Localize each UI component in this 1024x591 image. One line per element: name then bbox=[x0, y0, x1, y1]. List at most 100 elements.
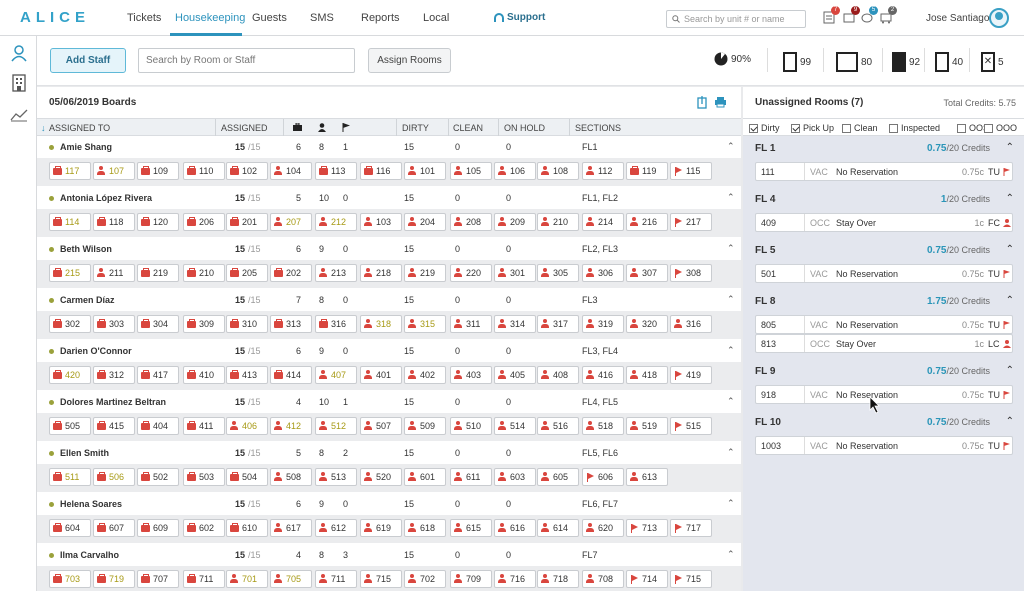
room-chip[interactable]: 104 bbox=[270, 162, 312, 180]
staff-name[interactable]: Beth Wilson bbox=[49, 244, 112, 254]
room-chip[interactable]: 205 bbox=[226, 264, 268, 282]
room-chip[interactable]: 204 bbox=[404, 213, 446, 231]
room-chip[interactable]: 218 bbox=[360, 264, 402, 282]
staff-row[interactable]: Ellen Smith 15/15 5 8 2 15 0 0 FL5, FL6 ⌃ bbox=[37, 442, 741, 464]
room-chip[interactable]: 316 bbox=[315, 315, 357, 333]
col-clean[interactable]: CLEAN bbox=[453, 123, 483, 133]
collapse-chevron-icon[interactable]: ⌃ bbox=[727, 141, 735, 152]
staff-row[interactable]: Antonia López Rivera 15/15 5 10 0 15 0 0 FL1, FL… bbox=[37, 187, 741, 209]
room-chip[interactable]: 604 bbox=[49, 519, 91, 537]
room-chip[interactable]: 119 bbox=[626, 162, 668, 180]
collapse-chevron-icon[interactable]: ⌃ bbox=[1006, 416, 1014, 427]
add-staff-button[interactable]: Add Staff bbox=[50, 48, 126, 73]
room-chip[interactable]: 306 bbox=[582, 264, 624, 282]
chat-icon[interactable]: 5 bbox=[861, 6, 878, 24]
unassigned-room-row[interactable]: 813 OCC Stay Over 1c LC bbox=[755, 334, 1013, 353]
room-chip[interactable]: 413 bbox=[226, 366, 268, 384]
filter-inspected[interactable]: Inspected bbox=[889, 123, 940, 133]
room-chip[interactable]: 605 bbox=[537, 468, 579, 486]
room-chip[interactable]: 309 bbox=[183, 315, 225, 333]
room-chip[interactable]: 702 bbox=[404, 570, 446, 588]
room-chip[interactable]: 509 bbox=[404, 417, 446, 435]
export-icon[interactable] bbox=[697, 95, 707, 109]
collapse-chevron-icon[interactable]: ⌃ bbox=[1006, 142, 1014, 153]
room-chip[interactable]: 516 bbox=[537, 417, 579, 435]
user-name[interactable]: Jose Santiago bbox=[926, 13, 989, 24]
staff-name[interactable]: Ellen Smith bbox=[49, 448, 109, 458]
collapse-chevron-icon[interactable]: ⌃ bbox=[1006, 295, 1014, 306]
staff-row[interactable]: Darien O'Connor 15/15 6 9 0 15 0 0 FL3, FL4 ⌃ bbox=[37, 340, 741, 362]
room-chip[interactable]: 520 bbox=[360, 468, 402, 486]
collapse-chevron-icon[interactable]: ⌃ bbox=[727, 396, 735, 407]
room-chip[interactable]: 115 bbox=[670, 162, 712, 180]
collapse-chevron-icon[interactable]: ⌃ bbox=[1006, 193, 1014, 204]
room-chip[interactable]: 209 bbox=[494, 213, 536, 231]
staff-row[interactable]: Ilma Carvalho 15/15 4 8 3 15 0 0 FL7 ⌃ bbox=[37, 544, 741, 566]
col-dirty[interactable]: DIRTY bbox=[402, 123, 429, 133]
room-chip[interactable]: 511 bbox=[49, 468, 91, 486]
room-chip[interactable]: 116 bbox=[360, 162, 402, 180]
room-chip[interactable]: 618 bbox=[404, 519, 446, 537]
room-chip[interactable]: 101 bbox=[404, 162, 446, 180]
staff-name[interactable]: Ilma Carvalho bbox=[49, 550, 119, 560]
room-chip[interactable]: 317 bbox=[537, 315, 579, 333]
nav-housekeeping[interactable]: Housekeeping bbox=[175, 12, 245, 24]
room-chip[interactable]: 109 bbox=[137, 162, 179, 180]
room-chip[interactable]: 202 bbox=[270, 264, 312, 282]
tasks-icon[interactable]: 7 bbox=[823, 6, 840, 24]
room-chip[interactable]: 211 bbox=[93, 264, 135, 282]
room-chip[interactable]: 609 bbox=[137, 519, 179, 537]
room-chip[interactable]: 715 bbox=[670, 570, 712, 588]
nav-reports[interactable]: Reports bbox=[361, 12, 400, 24]
room-chip[interactable]: 407 bbox=[315, 366, 357, 384]
room-chip[interactable]: 416 bbox=[582, 366, 624, 384]
floor-header[interactable]: FL 4 1/20 Credits ⌃ bbox=[743, 188, 1024, 210]
room-chip[interactable]: 208 bbox=[450, 213, 492, 231]
room-chip[interactable]: 118 bbox=[93, 213, 135, 231]
room-chip[interactable]: 404 bbox=[137, 417, 179, 435]
staff-name[interactable]: Amie Shang bbox=[49, 142, 112, 152]
room-chip[interactable]: 715 bbox=[360, 570, 402, 588]
room-chip[interactable]: 219 bbox=[404, 264, 446, 282]
filter-ooo[interactable]: OOO bbox=[984, 123, 1017, 133]
col-assigned-to[interactable]: ASSIGNED TO bbox=[49, 123, 110, 133]
room-chip[interactable]: 403 bbox=[450, 366, 492, 384]
room-chip[interactable]: 619 bbox=[360, 519, 402, 537]
room-chip[interactable]: 508 bbox=[270, 468, 312, 486]
room-chip[interactable]: 114 bbox=[49, 213, 91, 231]
room-chip[interactable]: 301 bbox=[494, 264, 536, 282]
assign-rooms-button[interactable]: Assign Rooms bbox=[368, 48, 451, 73]
avatar[interactable] bbox=[989, 8, 1009, 28]
room-chip[interactable]: 613 bbox=[626, 468, 668, 486]
room-chip[interactable]: 507 bbox=[360, 417, 402, 435]
floor-header[interactable]: FL 10 0.75/20 Credits ⌃ bbox=[743, 411, 1024, 433]
room-chip[interactable]: 617 bbox=[270, 519, 312, 537]
room-chip[interactable]: 519 bbox=[626, 417, 668, 435]
print-icon[interactable] bbox=[714, 96, 727, 108]
nav-local[interactable]: Local bbox=[423, 12, 449, 24]
room-chip[interactable]: 711 bbox=[183, 570, 225, 588]
room-chip[interactable]: 112 bbox=[582, 162, 624, 180]
filter-clean[interactable]: Clean bbox=[842, 123, 878, 133]
room-chip[interactable]: 408 bbox=[537, 366, 579, 384]
room-chip[interactable]: 518 bbox=[582, 417, 624, 435]
unassigned-room-row[interactable]: 805 VAC No Reservation 0.75c TU bbox=[755, 315, 1013, 334]
room-chip[interactable]: 503 bbox=[183, 468, 225, 486]
staff-row[interactable]: Helena Soares 15/15 6 9 0 15 0 0 FL6, FL7 ⌃ bbox=[37, 493, 741, 515]
col-luggage-icon[interactable] bbox=[293, 122, 302, 133]
staff-name[interactable]: Carmen Díaz bbox=[49, 295, 115, 305]
room-chip[interactable]: 302 bbox=[49, 315, 91, 333]
room-chip[interactable]: 313 bbox=[270, 315, 312, 333]
room-chip[interactable]: 610 bbox=[226, 519, 268, 537]
room-chip[interactable]: 514 bbox=[494, 417, 536, 435]
inbox-icon[interactable]: 9 bbox=[843, 6, 860, 24]
unassigned-room-row[interactable]: 409 OCC Stay Over 1c FC bbox=[755, 213, 1013, 232]
room-chip[interactable]: 716 bbox=[494, 570, 536, 588]
floor-header[interactable]: FL 8 1.75/20 Credits ⌃ bbox=[743, 290, 1024, 312]
room-chip[interactable]: 708 bbox=[582, 570, 624, 588]
room-chip[interactable]: 502 bbox=[137, 468, 179, 486]
room-chip[interactable]: 106 bbox=[494, 162, 536, 180]
staff-row[interactable]: Dolores Martinez Beltran 15/15 4 10 1 15 0 0 FL4… bbox=[37, 391, 741, 413]
room-chip[interactable]: 201 bbox=[226, 213, 268, 231]
room-chip[interactable]: 601 bbox=[404, 468, 446, 486]
